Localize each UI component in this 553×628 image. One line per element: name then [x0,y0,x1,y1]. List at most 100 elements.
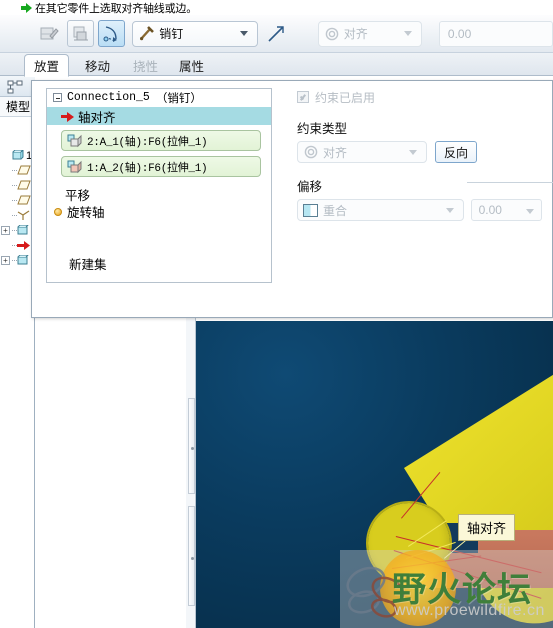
datum-csys-icon [17,210,30,221]
tree-row-current[interactable] [0,238,34,253]
pin-icon [139,26,155,41]
constraint-type-row: 对齐 反向 [297,141,542,163]
datum-plane-icon-3 [17,195,31,206]
graphics-viewport[interactable]: 轴对齐 野火论坛 www.proewildfire.cn [196,318,553,628]
offset-number-field[interactable]: 0.00 [470,199,542,221]
constraint-properties-pane: 约束已启用 约束类型 对齐 反向 偏移 重合 0.00 [297,89,553,311]
orange-dot-icon [54,207,62,216]
align-icon [325,27,339,41]
tree-row-assembly[interactable]: 1. [0,148,34,163]
reference-item-1[interactable]: 2:A_1(轴):F6(拉伸_1) [61,130,261,151]
constraint-set-tree[interactable]: Connection_5 （销钉） 轴对齐 2:A_1(轴):F6(拉伸_1) [46,88,272,283]
part-icon-2 [17,255,29,266]
reference-text-2: 1:A_2(轴):F6(拉伸_1) [87,162,208,175]
message-bar: 在其它零件上选取对齐轴线或边。 [0,0,553,15]
connection-set-row[interactable]: Connection_5 （销钉） [47,89,271,106]
placement-dashboard-toolbar: 销钉 对齐 0.00 [0,15,553,53]
assembly-icon [12,150,24,161]
tree-row-part-2[interactable]: + [0,253,34,268]
reference-icon-1 [67,134,82,148]
reverse-button-label: 反向 [444,145,469,160]
coincide-icon [303,203,318,217]
dof-rotation-label: 旋转轴 [67,206,105,220]
new-set-label: 新建集 [69,258,107,272]
tree-expand-2[interactable]: + [1,256,10,265]
model-tree-tab[interactable] [0,76,35,97]
rigid-assembly-icon[interactable] [67,20,95,47]
tab-move[interactable]: 移动 [76,55,119,76]
tree-expand-1[interactable]: + [1,226,10,235]
tree-row-datum-2[interactable] [0,178,34,193]
chevron-down-icon-3[interactable] [409,149,417,155]
collapse-icon[interactable] [53,93,62,102]
tree-nodes-icon [7,80,27,94]
reference-item-2[interactable]: 1:A_2(轴):F6(拉伸_1) [61,156,261,177]
offset-value-toolbar[interactable]: 0.00 [438,20,553,47]
constraint-enabled-checkbox[interactable] [297,91,309,103]
constraint-type-label: 约束类型 [297,122,348,136]
constraint-enabled-row[interactable]: 约束已启用 [297,89,542,105]
connection-type-value: 销钉 [159,27,184,41]
align-icon-dialog [304,145,318,159]
offset-type-value: 重合 [323,203,348,218]
model-tree-title: 模型 [0,97,35,117]
model-tree-body[interactable]: 1. [0,118,34,628]
reverse-button[interactable]: 反向 [435,141,478,163]
constraint-type-select-value: 对齐 [323,145,348,160]
constraint-item-axis-align[interactable]: 轴对齐 [47,107,271,125]
reference-icon-2 [67,160,82,174]
constraint-type-combo-toolbar[interactable]: 对齐 [317,20,422,47]
chevron-down-icon-4[interactable] [445,207,454,213]
chevron-down-icon-2[interactable] [403,31,412,36]
tab-properties[interactable]: 属性 [170,55,213,76]
constraint-item-label: 轴对齐 [78,110,116,125]
viewport-scrollbar-lower[interactable] [188,506,195,606]
status-divider-right [467,182,553,183]
reference-text-1: 2:A_1(轴):F6(拉伸_1) [87,136,208,149]
dashboard-tabstrip: 放置 移动 挠性 属性 [0,53,553,77]
flip-icon[interactable] [265,22,288,46]
scroll-grip-dot-1 [191,447,194,450]
constraint-type-value-toolbar: 对齐 [343,27,368,41]
connection-type-suffix: （销钉） [155,92,202,106]
constraint-type-select[interactable]: 对齐 [297,141,427,163]
tab-move-label: 移动 [85,60,111,74]
connection-icon[interactable] [98,20,126,47]
message-text: 在其它零件上选取对齐轴线或边。 [35,2,197,15]
chevron-down-icon-5[interactable] [526,209,534,214]
viewport-annotation-label: 轴对齐 [458,514,516,541]
tab-flexibility-label: 挠性 [133,60,159,74]
red-arrow-icon [17,240,31,251]
datum-plane-icon-2 [17,180,31,191]
dof-translation-row[interactable]: 平移 [47,186,271,203]
tree-row-part-1[interactable]: + [0,223,34,238]
part-icon [17,225,29,236]
tab-placement[interactable]: 放置 [24,54,70,77]
offset-row: 重合 0.00 [297,199,542,221]
offset-number-value: 0.00 [478,203,502,217]
red-arrow-icon-constraint [61,111,74,122]
user-defined-icon[interactable] [36,20,63,47]
new-set-button[interactable]: 新建集 [69,254,107,273]
constraint-enabled-label: 约束已启用 [315,90,376,105]
tree-row-datum-1[interactable] [0,163,34,178]
connection-name: Connection_5 [67,91,150,104]
placement-dialog-panel: Connection_5 （销钉） 轴对齐 2:A_1(轴):F6(拉伸_1) [31,80,553,318]
green-arrow-icon [21,3,32,13]
chevron-down-icon[interactable] [239,31,248,36]
connection-type-combo[interactable]: 销钉 [132,20,258,47]
tab-properties-label: 属性 [179,60,205,74]
proe-assembly-window: 在其它零件上选取对齐轴线或边。 销钉 对齐 0.00 放置 移动 挠性 属性 模… [0,0,553,628]
scroll-grip-dot-2 [191,557,194,560]
tab-placement-label: 放置 [34,60,60,74]
tree-row-csys[interactable] [0,208,34,223]
forum-watermark: 野火论坛 www.proewildfire.cn [340,550,553,628]
watermark-url: www.proewildfire.cn [394,602,545,619]
tree-row-datum-3[interactable] [0,193,34,208]
viewport-scrollbar-upper[interactable] [188,398,195,494]
dof-rotation-row[interactable]: 旋转轴 [47,203,271,220]
model-tree-panel: 模型 1. [0,76,35,628]
viewport-top-strip [196,318,553,321]
offset-type-select[interactable]: 重合 [297,199,464,221]
offset-label: 偏移 [297,180,323,194]
